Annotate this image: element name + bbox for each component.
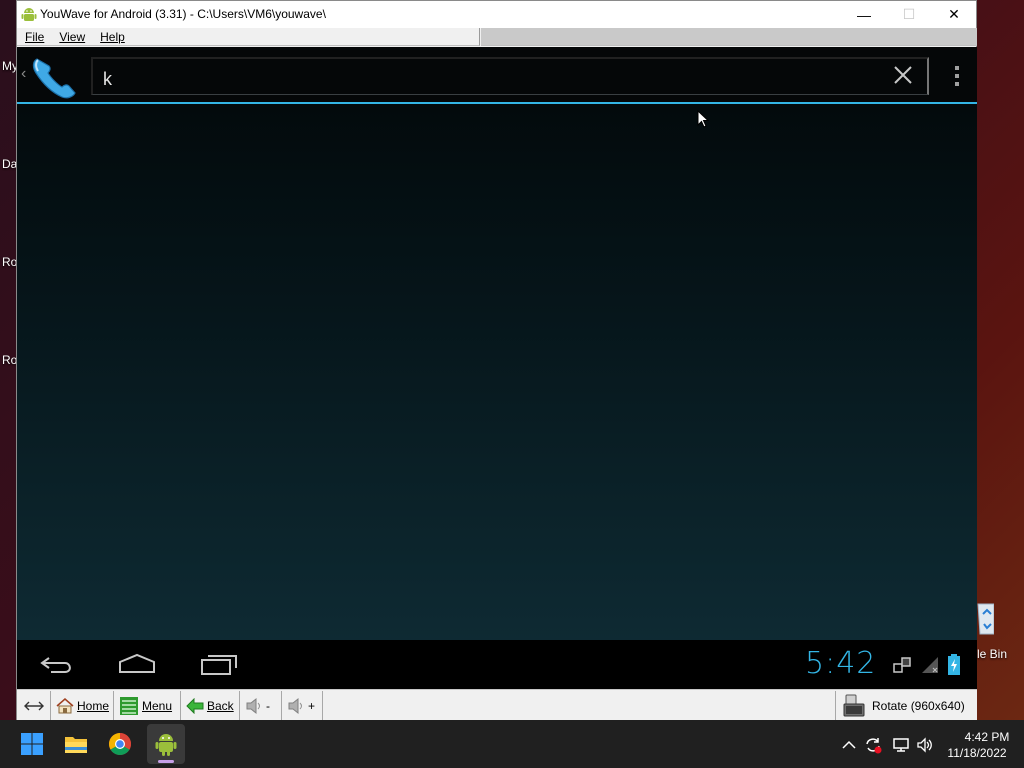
youwave-taskbar-button[interactable] — [147, 724, 185, 764]
menu-button-label: Menu — [142, 699, 173, 713]
overflow-menu-icon[interactable] — [953, 65, 961, 87]
volume-icon[interactable] — [916, 736, 934, 754]
system-nav-bar: 5:42 — [17, 640, 977, 689]
action-bar: ‹ — [17, 47, 977, 102]
emulator-toolbar: Home Menu Back - + Rotate (960x640) — [17, 689, 977, 721]
menu-list-icon — [120, 697, 138, 715]
close-icon[interactable] — [893, 65, 913, 85]
taskbar-date[interactable]: 11/18/2022 — [946, 746, 1008, 760]
menu-bar: File View Help — [17, 28, 480, 46]
back-button[interactable]: Back — [182, 691, 240, 721]
volume-down-label: - — [266, 699, 270, 713]
house-icon — [56, 698, 74, 714]
up-caret-icon[interactable]: ‹ — [21, 65, 26, 83]
android-screen[interactable]: ‹ k 5:42 — [17, 47, 977, 689]
volume-up-label: + — [308, 699, 316, 713]
network-icon — [893, 657, 911, 673]
rotate-button-label: Rotate (960x640) — [872, 699, 965, 713]
search-input[interactable] — [91, 57, 929, 95]
home-icon[interactable] — [117, 652, 157, 674]
chrome-icon[interactable] — [108, 732, 132, 756]
speaker-icon — [246, 697, 260, 715]
youwave-window: YouWave for Android (3.31) - C:\Users\VM… — [16, 0, 977, 721]
home-button-label: Home — [76, 699, 109, 713]
menu-view[interactable]: View — [59, 30, 85, 44]
rotate-device-icon — [843, 694, 865, 717]
back-button-label: Back — [207, 699, 234, 713]
expand-toggle-button[interactable] — [17, 691, 51, 721]
recycle-bin-label: le Bin — [977, 647, 1008, 661]
active-indicator — [158, 760, 174, 763]
recycle-bin[interactable]: le Bin — [974, 596, 1024, 666]
rotate-button[interactable]: Rotate (960x640) — [835, 691, 977, 721]
desktop-icon-label[interactable]: Da — [2, 157, 16, 171]
speaker-icon — [288, 697, 302, 715]
green-back-arrow-icon — [186, 698, 204, 714]
windows-start-icon[interactable] — [20, 732, 44, 756]
menu-button[interactable]: Menu — [115, 691, 181, 721]
back-icon[interactable] — [39, 654, 75, 676]
taskbar-time[interactable]: 4:42 PM — [962, 730, 1012, 744]
home-button[interactable]: Home — [52, 691, 114, 721]
chevron-up-icon[interactable] — [840, 736, 858, 754]
signal-icon — [922, 657, 938, 673]
desktop-icon-label[interactable]: My — [2, 59, 16, 73]
volume-down-button[interactable]: - — [241, 691, 282, 721]
minimize-button[interactable]: — — [841, 1, 887, 28]
android-icon — [155, 734, 177, 756]
window-title: YouWave for Android (3.31) - C:\Users\VM… — [40, 7, 326, 21]
recycle-bin-icon — [977, 603, 994, 635]
phone-icon[interactable] — [29, 53, 79, 99]
title-bar[interactable]: YouWave for Android (3.31) - C:\Users\VM… — [17, 1, 976, 28]
desktop-icon-label[interactable]: Ro — [2, 255, 16, 269]
sync-icon[interactable] — [864, 736, 882, 754]
volume-up-button[interactable]: + — [283, 691, 323, 721]
maximize-button[interactable]: ☐ — [886, 1, 932, 28]
network-icon[interactable] — [892, 736, 910, 754]
mouse-cursor-icon — [697, 110, 709, 128]
recent-apps-icon[interactable] — [200, 652, 238, 676]
close-button[interactable]: ✕ — [931, 1, 977, 28]
taskbar: 4:42 PM 11/18/2022 — [0, 720, 1024, 768]
search-results-area[interactable] — [17, 104, 977, 640]
android-icon — [21, 8, 37, 21]
file-explorer-icon[interactable] — [64, 732, 88, 756]
menu-bar-filler — [481, 28, 977, 46]
status-clock: 5:42 — [805, 646, 877, 681]
menu-help[interactable]: Help — [100, 30, 125, 44]
arrows-horizontal-icon — [23, 701, 44, 711]
menu-file[interactable]: File — [25, 30, 44, 44]
battery-icon — [948, 654, 960, 675]
desktop-icon-label[interactable]: Ro — [2, 353, 16, 367]
